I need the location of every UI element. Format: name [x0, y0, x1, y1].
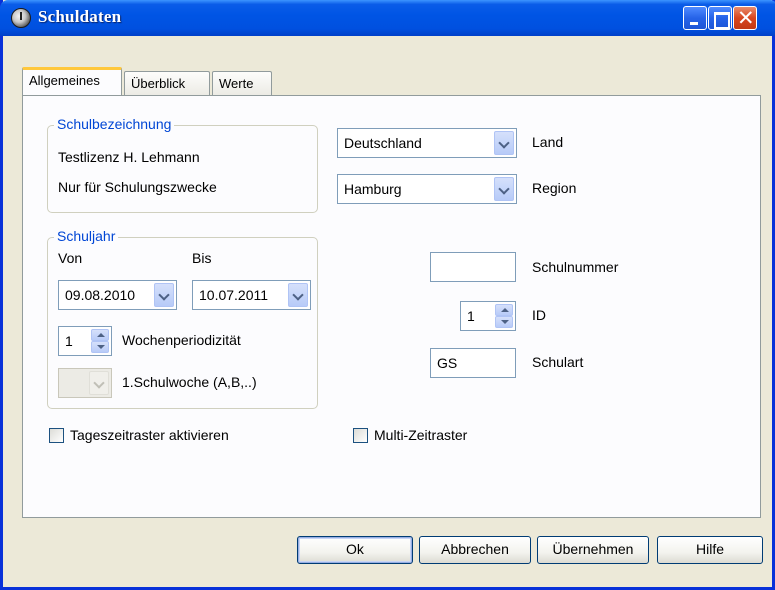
land-label: Land — [532, 134, 564, 150]
chevron-down-icon[interactable] — [494, 131, 514, 155]
schulwoche-select — [58, 368, 112, 398]
tab-allgemeines[interactable]: Allgemeines — [22, 67, 122, 95]
spin-up-icon[interactable] — [91, 329, 109, 341]
abbrechen-button[interactable]: Abbrechen — [419, 536, 531, 564]
multi-zeitraster-label: Multi-Zeitraster — [374, 427, 468, 443]
ok-button[interactable]: Ok — [297, 536, 413, 564]
von-date-value: 09.08.2010 — [65, 287, 136, 303]
land-select[interactable]: Deutschland — [337, 128, 517, 158]
wochenperiodizitaet-value: 1 — [65, 333, 73, 349]
chevron-down-icon — [89, 371, 109, 395]
bis-label: Bis — [192, 250, 212, 266]
dialog-window: Schuldaten ✕ Allgemeines Überblick Werte… — [0, 0, 775, 590]
schulart-label: Schulart — [532, 354, 584, 370]
bis-date-picker[interactable]: 10.07.2011 — [192, 280, 311, 310]
window-title: Schuldaten — [38, 7, 122, 26]
group-title-schuljahr: Schuljahr — [54, 228, 119, 244]
close-icon: ✕ — [737, 6, 755, 30]
schulart-input[interactable]: GS — [430, 348, 516, 378]
school-name-line1: Testlizenz H. Lehmann — [58, 149, 200, 165]
hilfe-button[interactable]: Hilfe — [657, 536, 763, 564]
school-name-line2: Nur für Schulungszwecke — [58, 179, 217, 195]
von-date-picker[interactable]: 09.08.2010 — [58, 280, 177, 310]
close-button[interactable]: ✕ — [733, 6, 757, 30]
chevron-down-icon[interactable] — [494, 177, 514, 201]
tab-werte[interactable]: Werte — [212, 71, 272, 95]
minimize-button[interactable] — [683, 6, 707, 30]
chevron-down-icon[interactable] — [288, 283, 308, 307]
maximize-button[interactable] — [708, 6, 732, 30]
tab-ueberblick[interactable]: Überblick — [124, 71, 210, 95]
region-value: Hamburg — [344, 181, 402, 197]
bis-date-value: 10.07.2011 — [199, 287, 269, 303]
group-title-schulbezeichnung: Schulbezeichnung — [54, 116, 175, 132]
multi-zeitraster-checkbox[interactable] — [353, 428, 368, 443]
id-stepper[interactable]: 1 — [460, 301, 516, 331]
tageszeitraster-label: Tageszeitraster aktivieren — [70, 427, 229, 443]
schulwoche-label: 1.Schulwoche (A,B,..) — [122, 374, 257, 390]
title-bar[interactable]: Schuldaten ✕ — [0, 0, 775, 36]
uebernehmen-button[interactable]: Übernehmen — [537, 536, 649, 564]
wochenperiodizitaet-label: Wochenperiodizität — [122, 332, 241, 348]
chevron-down-icon[interactable] — [154, 283, 174, 307]
id-label: ID — [532, 307, 546, 323]
von-label: Von — [58, 250, 83, 266]
spin-down-icon[interactable] — [495, 316, 513, 328]
region-label: Region — [532, 180, 577, 196]
id-value: 1 — [467, 308, 475, 324]
schulart-value: GS — [437, 355, 458, 371]
group-schulbezeichnung: Schulbezeichnung Testlizenz H. Lehmann N… — [47, 116, 318, 213]
spin-down-icon[interactable] — [91, 341, 109, 353]
wochenperiodizitaet-stepper[interactable]: 1 — [58, 326, 112, 356]
schulnummer-label: Schulnummer — [532, 259, 619, 275]
spin-up-icon[interactable] — [495, 304, 513, 316]
group-schuljahr: Schuljahr Von Bis 09.08.2010 10.07.2011 … — [47, 228, 318, 409]
schulnummer-input[interactable] — [430, 252, 516, 282]
clock-icon — [11, 8, 31, 28]
land-value: Deutschland — [344, 135, 422, 151]
tageszeitraster-checkbox[interactable] — [49, 428, 64, 443]
region-select[interactable]: Hamburg — [337, 174, 517, 204]
tab-panel-allgemeines: Schulbezeichnung Testlizenz H. Lehmann N… — [22, 95, 761, 518]
